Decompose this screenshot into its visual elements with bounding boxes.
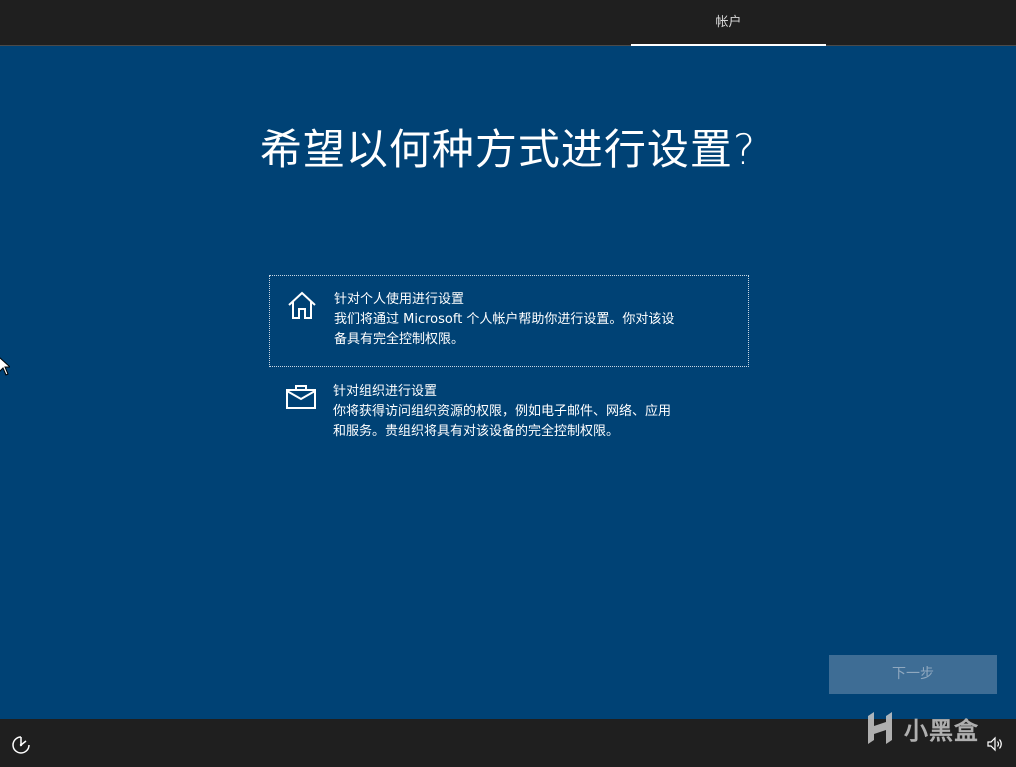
mouse-cursor-icon [0, 357, 10, 376]
ease-of-access-icon[interactable] [11, 735, 31, 755]
option-personal-desc-line1: 我们将通过 Microsoft 个人帐户帮助你进行设置。你对该设 [334, 312, 675, 327]
option-personal-use[interactable]: 针对个人使用进行设置 我们将通过 Microsoft 个人帐户帮助你进行设置。你… [269, 275, 749, 367]
tab-account-label: 帐户 [715, 15, 742, 30]
option-organization-desc-line1: 你将获得访问组织资源的权限，例如电子邮件、网络、应用 [333, 404, 672, 419]
tab-account: 帐户 [631, 0, 826, 46]
watermark-logo: 小黑盒 [862, 707, 992, 749]
top-bar: 帐户 [0, 0, 1016, 46]
option-organization-text: 针对组织进行设置 你将获得访问组织资源的权限，例如电子邮件、网络、应用 和服务。… [333, 382, 733, 442]
option-organization-title: 针对组织进行设置 [333, 384, 438, 399]
option-organization-desc-line2: 和服务。贵组织将具有对该设备的完全控制权限。 [333, 424, 620, 439]
heybox-logo-icon [868, 712, 892, 744]
option-personal-title: 针对个人使用进行设置 [334, 292, 465, 307]
oobe-screen: 帐户 希望以何种方式进行设置? 针对个人使用进行设置 我们将通过 Microso… [0, 0, 1016, 767]
page-title: 希望以何种方式进行设置? [259, 125, 757, 174]
home-icon [288, 291, 316, 319]
option-organization[interactable]: 针对组织进行设置 你将获得访问组织资源的权限，例如电子邮件、网络、应用 和服务。… [269, 370, 749, 456]
option-personal-text: 针对个人使用进行设置 我们将通过 Microsoft 个人帐户帮助你进行设置。你… [334, 290, 732, 350]
briefcase-icon [286, 385, 316, 409]
option-personal-desc-line2: 备具有完全控制权限。 [334, 332, 465, 347]
watermark-text: 小黑盒 [904, 716, 979, 745]
tab-active-indicator [631, 44, 826, 46]
next-button[interactable]: 下一步 [829, 655, 997, 694]
